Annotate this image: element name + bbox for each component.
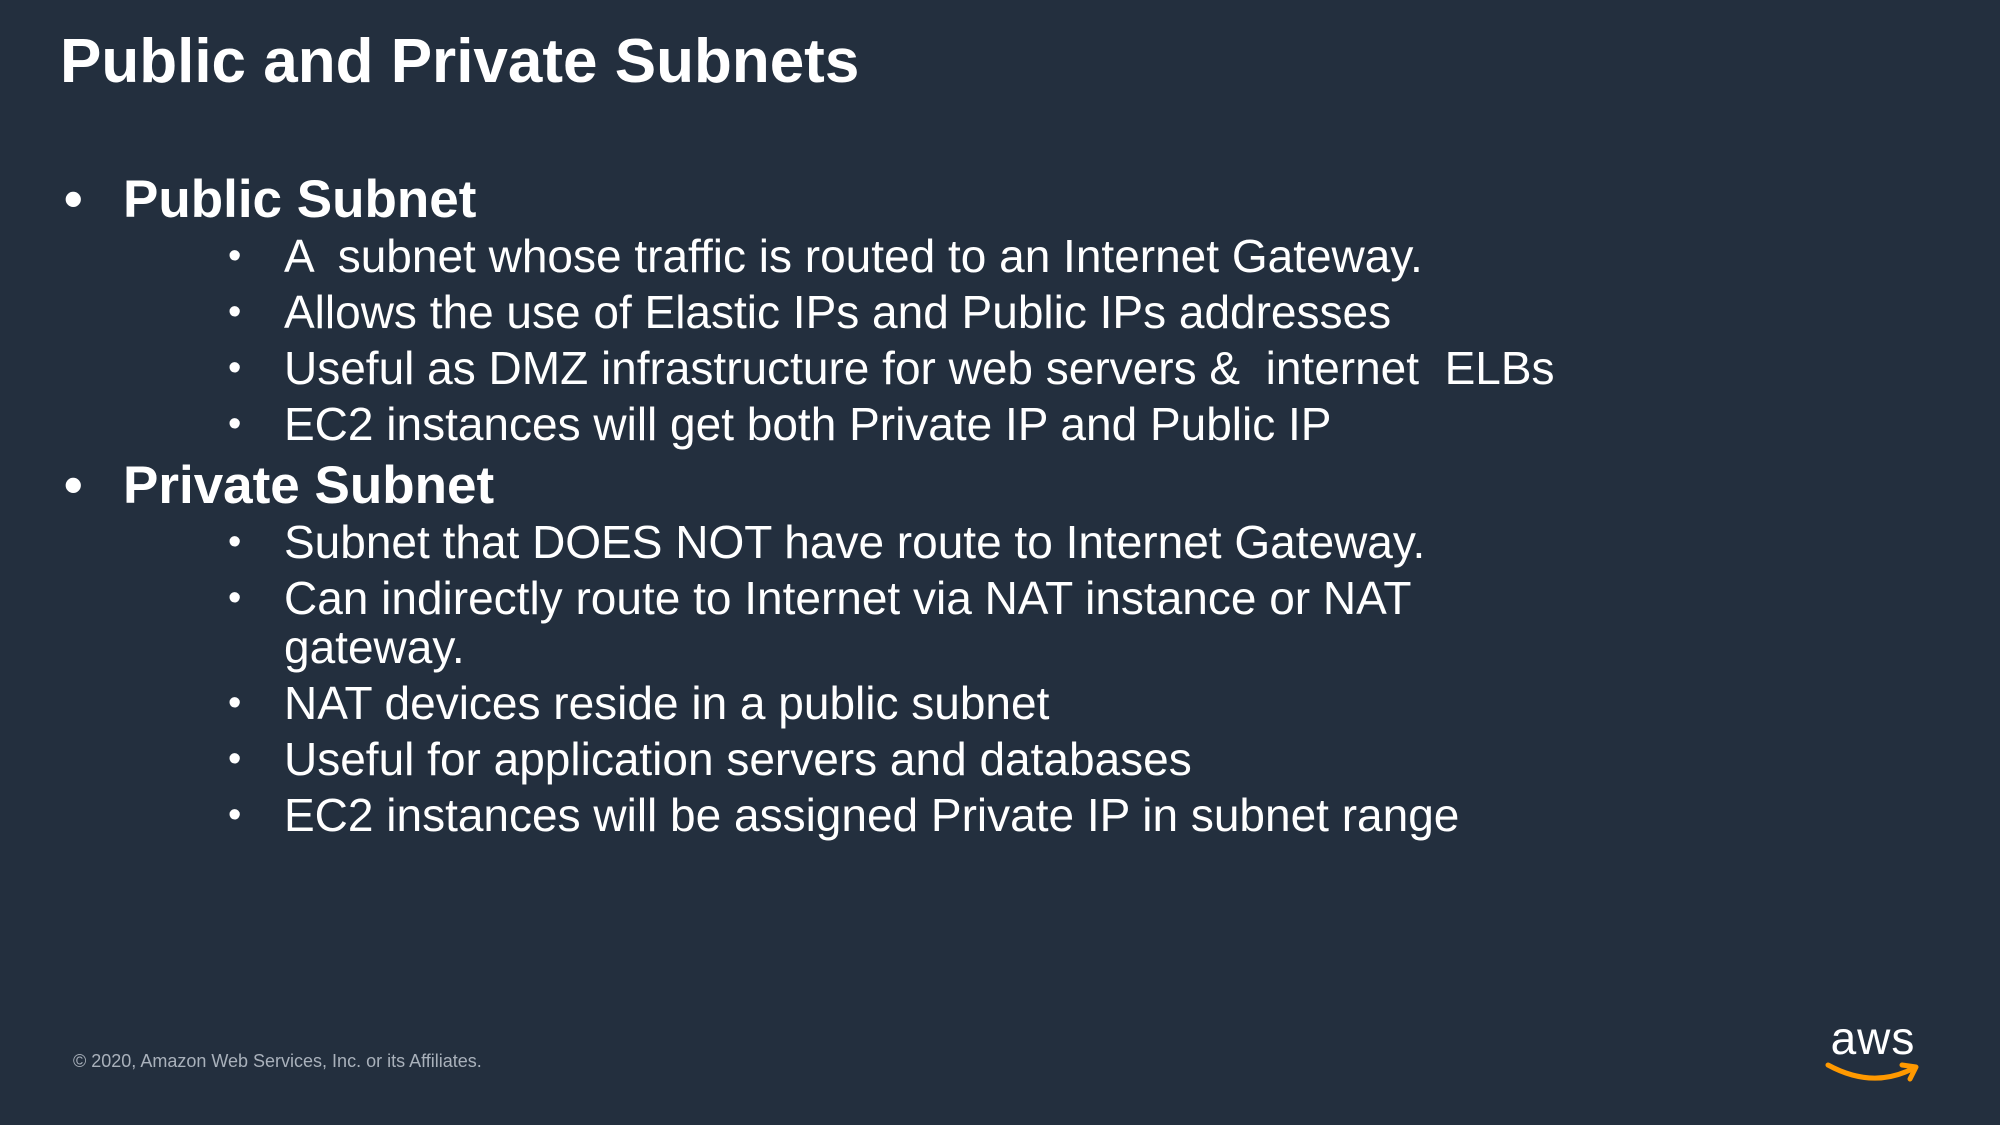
list-item-text: Allows the use of Elastic IPs and Public… (284, 286, 1392, 338)
list-item-text: NAT devices reside in a public subnet (284, 677, 1050, 729)
list-item: • A subnet whose traffic is routed to an… (0, 232, 1544, 281)
bullet-icon: • (228, 738, 242, 780)
list-item: • EC2 instances will get both Private IP… (0, 400, 1544, 449)
section-heading: • Public Subnet (0, 170, 2000, 230)
aws-logo: aws (1818, 1015, 1928, 1085)
bullet-icon: • (64, 456, 83, 515)
list-item-text: Can indirectly route to Internet via NAT… (284, 572, 1411, 673)
list-item: • Subnet that DOES NOT have route to Int… (0, 518, 1544, 567)
list-item-text: Useful for application servers and datab… (284, 733, 1192, 785)
list-item: • Useful as DMZ infrastructure for web s… (0, 344, 1555, 393)
list-item-text: Subnet that DOES NOT have route to Inter… (284, 516, 1426, 568)
section-heading: • Private Subnet (0, 456, 2000, 516)
bullet-icon: • (228, 347, 242, 389)
aws-smile-icon (1825, 1062, 1919, 1082)
slide: Public and Private Subnets • Public Subn… (0, 0, 2000, 1125)
section-heading-text: Public Subnet (123, 170, 477, 229)
aws-logo-text: aws (1830, 1012, 1916, 1064)
list-item-text: EC2 instances will be assigned Private I… (284, 789, 1460, 841)
section-private-subnet: • Private Subnet • Subnet that DOES NOT … (0, 456, 2000, 840)
list-item: • NAT devices reside in a public subnet (0, 679, 1544, 728)
bullet-icon: • (228, 235, 242, 277)
bullet-icon: • (228, 291, 242, 333)
bullet-icon: • (228, 577, 242, 619)
bullet-icon: • (228, 521, 242, 563)
slide-content: • Public Subnet • A subnet whose traffic… (0, 170, 2000, 847)
list-item: • Can indirectly route to Internet via N… (0, 574, 1544, 672)
bullet-icon: • (228, 682, 242, 724)
list-item-text: Useful as DMZ infrastructure for web ser… (284, 342, 1555, 394)
section-public-subnet: • Public Subnet • A subnet whose traffic… (0, 170, 2000, 449)
list-item: • Useful for application servers and dat… (0, 735, 1544, 784)
list-item-text: A subnet whose traffic is routed to an I… (284, 230, 1423, 282)
section-heading-text: Private Subnet (123, 456, 495, 515)
bullet-icon: • (228, 794, 242, 836)
slide-title: Public and Private Subnets (60, 27, 860, 96)
list-item: • Allows the use of Elastic IPs and Publ… (0, 288, 1544, 337)
list-item: • EC2 instances will be assigned Private… (0, 791, 1544, 840)
bullet-icon: • (228, 403, 242, 445)
list-item-text: EC2 instances will get both Private IP a… (284, 398, 1332, 450)
bullet-icon: • (64, 170, 83, 229)
copyright-footer: © 2020, Amazon Web Services, Inc. or its… (73, 1051, 482, 1071)
